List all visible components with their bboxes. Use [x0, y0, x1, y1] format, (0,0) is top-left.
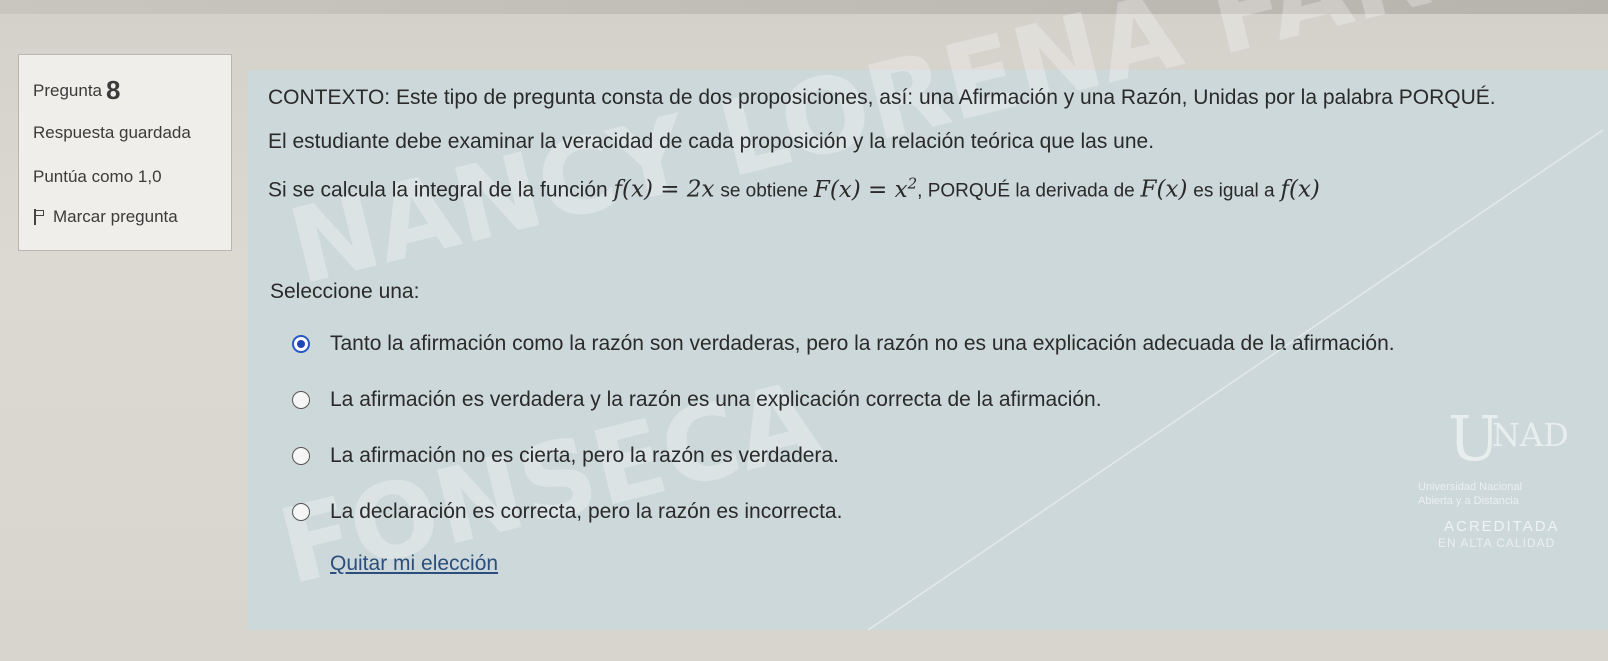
statement-part2: se obtiene	[720, 180, 809, 202]
answer-option-label: La afirmación es verdadera y la razón es…	[330, 388, 1102, 411]
answer-option[interactable]: La afirmación no es cierta, pero la razó…	[292, 444, 839, 468]
logo-subtitle-line2: Abierta y a Distancia	[1418, 495, 1519, 507]
logo-accreditation-sub: EN ALTA CALIDAD	[1438, 536, 1556, 550]
statement-part3: , PORQUÉ la derivada de	[917, 180, 1135, 202]
logo-accreditation: ACREDITADA	[1444, 518, 1560, 535]
page: Pregunta 8 Respuesta guardada Puntúa como…	[0, 0, 1608, 661]
flag-question-label: Marcar pregunta	[53, 207, 178, 226]
statement-part1: Si se calcula la integral de la función	[268, 178, 608, 202]
answer-option-label: La afirmación no es cierta, pero la razó…	[330, 444, 839, 467]
statement-math2-exponent: 2	[907, 174, 918, 192]
statement-math3: F(x)	[1140, 176, 1188, 203]
answer-status: Respuesta guardada	[33, 123, 191, 142]
statement-math2-base: F(x) = x	[813, 176, 908, 203]
statement-part4: es igual a	[1193, 180, 1275, 202]
question-statement: Si se calcula la integral de la función …	[268, 174, 1320, 203]
answer-option-label: Tanto la afirmación como la razón son ve…	[330, 332, 1395, 355]
question-number: 8	[106, 75, 121, 105]
logo-u: U	[1448, 402, 1501, 475]
answer-option[interactable]: Tanto la afirmación como la razón son ve…	[292, 332, 1395, 356]
question-context: CONTEXTO: Este tipo de pregunta consta d…	[268, 86, 1496, 109]
statement-math4: f(x)	[1280, 176, 1320, 203]
logo-nad: NAD	[1492, 416, 1569, 454]
question-info-panel: Pregunta 8 Respuesta guardada Puntúa como…	[18, 54, 232, 251]
question-content: NANCY LORENA FARFAN FONSECA CONTEXTO: Es…	[248, 0, 1608, 630]
radio-button[interactable]	[292, 503, 310, 521]
radio-button[interactable]	[292, 391, 310, 409]
flag-question-link[interactable]: Marcar pregunta	[33, 207, 178, 227]
answer-option[interactable]: La declaración es correcta, pero la razó…	[292, 500, 842, 524]
question-title: Pregunta 8	[33, 75, 120, 106]
statement-math1: f(x) = 2x	[613, 176, 715, 203]
top-strip	[0, 0, 1608, 14]
question-label: Pregunta	[33, 81, 102, 100]
flag-icon	[33, 209, 45, 225]
question-instruction: El estudiante debe examinar la veracidad…	[268, 130, 1155, 153]
select-one-label: Seleccione una:	[270, 280, 420, 303]
question-score: Puntúa como 1,0	[33, 167, 162, 186]
watermark-line1: NANCY LORENA FARFAN	[278, 0, 1608, 309]
statement-math2: F(x) = x2	[813, 174, 918, 203]
logo-subtitle-line1: Universidad Nacional	[1418, 481, 1522, 493]
clear-choice-link[interactable]: Quitar mi elección	[330, 552, 498, 576]
logo-subtitle: Universidad Nacional Abierta y a Distanc…	[1418, 480, 1522, 508]
radio-button[interactable]	[292, 335, 310, 353]
university-logo: U NAD Universidad Nacional Abierta y a D…	[1408, 390, 1598, 570]
answer-option[interactable]: La afirmación es verdadera y la razón es…	[292, 388, 1102, 412]
answer-option-label: La declaración es correcta, pero la razó…	[330, 500, 843, 523]
radio-button[interactable]	[292, 447, 310, 465]
